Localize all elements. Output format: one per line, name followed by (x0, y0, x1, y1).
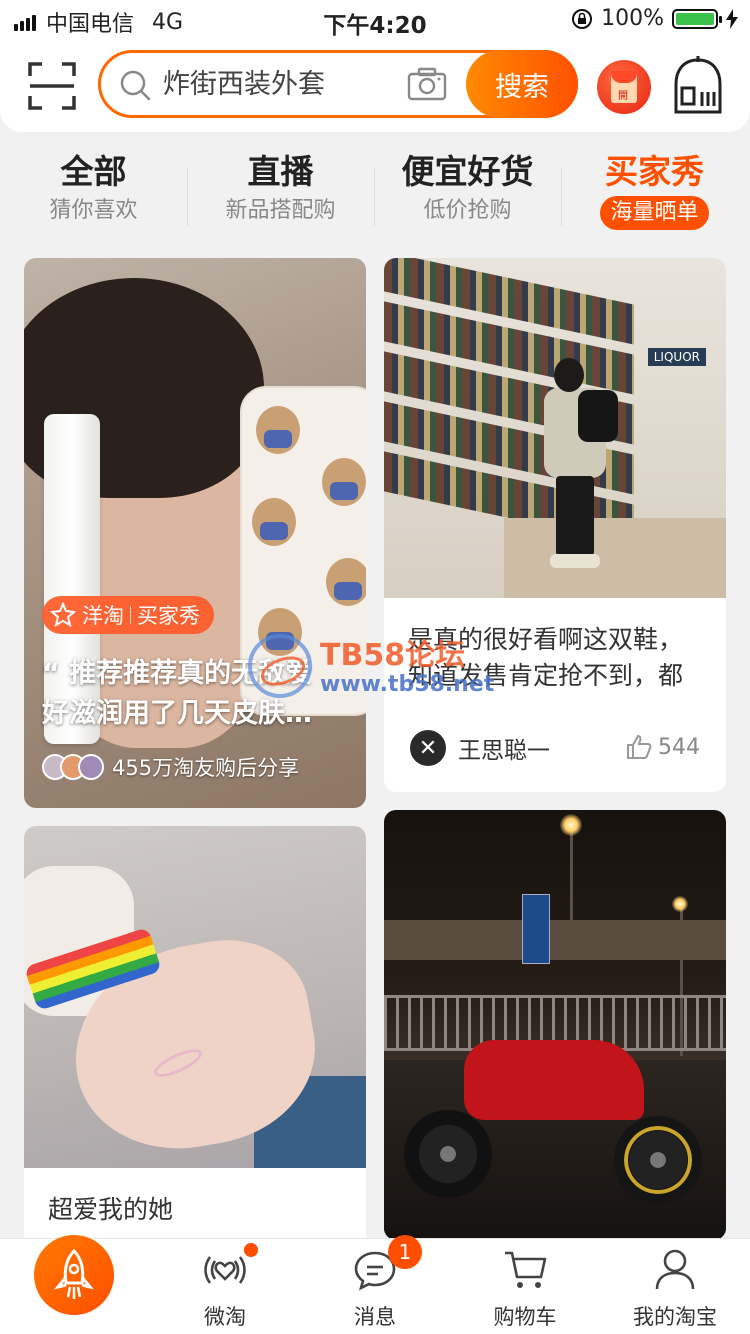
feed-card-buyer-show[interactable]: 洋淘 买家秀 “ 推荐推荐真的无敌爱 好滋润用了几天皮肤… 455万淘友购后分享 (24, 258, 366, 808)
feed-card-post[interactable]: 超爱我的她 (24, 826, 366, 1246)
card-photo (24, 826, 366, 1168)
post-caption: 超爱我的她 (48, 1195, 174, 1224)
thumbs-up-icon (627, 734, 652, 759)
tab-all[interactable]: 全部 猜你喜欢 (0, 150, 187, 228)
tab-label: 我的淘宝 (633, 1305, 717, 1329)
red-envelope-label: 開 (618, 91, 628, 102)
tab-bargains[interactable]: 便宜好货 低价抢购 (374, 150, 561, 228)
tab-label: 消息 (354, 1305, 396, 1329)
tab-buyer-show[interactable]: 买家秀 海量晒单 (561, 150, 748, 230)
assistant-robot-icon[interactable] (670, 56, 726, 118)
avatar-stack (42, 754, 104, 780)
tab-subtitle: 猜你喜欢 (49, 198, 138, 223)
home-button (34, 1235, 114, 1315)
card-footer: 455万淘友购后分享 (42, 752, 299, 782)
red-envelope-button[interactable]: 開 (597, 60, 651, 114)
post-text-line: 知道发售肯定抢不到，都 (408, 661, 684, 690)
red-envelope-icon: 開 (611, 71, 637, 103)
tab-home[interactable] (0, 1235, 150, 1334)
buyer-show-badge: 洋淘 买家秀 (42, 596, 214, 634)
tab-title: 便宜好货 (401, 152, 534, 191)
card-photo: LIQUOR (384, 258, 726, 598)
battery-icon (672, 8, 722, 29)
status-bar: 中国电信 4G 下午4:20 100% (0, 0, 750, 40)
tab-label: 购物车 (493, 1305, 557, 1329)
broadcast-heart-icon (204, 1256, 246, 1284)
motorcycle (464, 1040, 644, 1120)
avatar: ✕ (410, 730, 446, 766)
post-text: 是真的很好看啊这双鞋， 知道发售肯定抢不到，都 (408, 622, 708, 694)
tab-subtitle: 新品搭配购 (225, 198, 336, 223)
tab-weitao[interactable]: 微淘 (150, 1239, 300, 1334)
tab-subtitle-pill: 海量晒单 (600, 196, 709, 230)
scan-icon[interactable] (28, 62, 76, 110)
tab-title: 买家秀 (605, 152, 704, 191)
tab-cart[interactable]: 购物车 (450, 1239, 600, 1334)
card-photo (384, 810, 726, 1240)
message-count-badge: 1 (388, 1235, 422, 1269)
search-bar[interactable]: 搜索 (98, 50, 578, 118)
star-icon (50, 602, 76, 628)
badge-right-label: 买家秀 (137, 604, 200, 628)
search-icon (120, 70, 151, 101)
tab-subtitle: 低价抢购 (423, 198, 512, 223)
post-text-line: 是真的很好看啊这双鞋， (408, 625, 684, 654)
feed-card-post[interactable] (384, 810, 726, 1240)
search-button[interactable]: 搜索 (466, 50, 578, 118)
notification-dot (244, 1243, 258, 1257)
store-sign: LIQUOR (647, 348, 706, 366)
tab-my-taobao[interactable]: 我的淘宝 (600, 1239, 750, 1334)
tab-title: 直播 (247, 152, 314, 191)
author-name: 王思聪一 (458, 738, 550, 764)
tab-live[interactable]: 直播 新品搭配购 (187, 150, 374, 228)
bottom-tab-bar: 微淘 1 消息 购物车 我的淘宝 (0, 1235, 750, 1334)
search-input[interactable] (163, 63, 393, 105)
cart-icon (505, 1251, 547, 1288)
like-button[interactable]: 544 (626, 734, 700, 760)
user-icon (655, 1249, 695, 1290)
like-count: 544 (658, 734, 700, 760)
badge-left-label: 洋淘 (82, 604, 124, 628)
tab-title: 全部 (60, 152, 127, 191)
tab-label: 微淘 (204, 1305, 246, 1329)
share-count: 455万淘友购后分享 (112, 756, 300, 780)
battery-percent: 100% (601, 6, 664, 31)
rocket-icon (54, 1248, 94, 1299)
search-header: 搜索 開 (0, 40, 750, 132)
feed-card-post[interactable]: LIQUOR 是真的很好看啊这双鞋， 知道发售肯定抢不到，都 ✕ 王思聪一 54… (384, 258, 726, 792)
category-tabs: 全部 猜你喜欢 直播 新品搭配购 便宜好货 低价抢购 买家秀 海量晒单 (0, 150, 750, 240)
rotation-lock-icon (572, 8, 593, 29)
camera-icon[interactable] (407, 67, 447, 101)
card-quote: “ 推荐推荐真的无敌爱 好滋润用了几天皮肤… (42, 658, 313, 729)
tab-messages[interactable]: 1 消息 (300, 1235, 450, 1334)
post-author[interactable]: ✕ 王思聪一 (410, 730, 550, 766)
charging-icon (726, 8, 738, 29)
